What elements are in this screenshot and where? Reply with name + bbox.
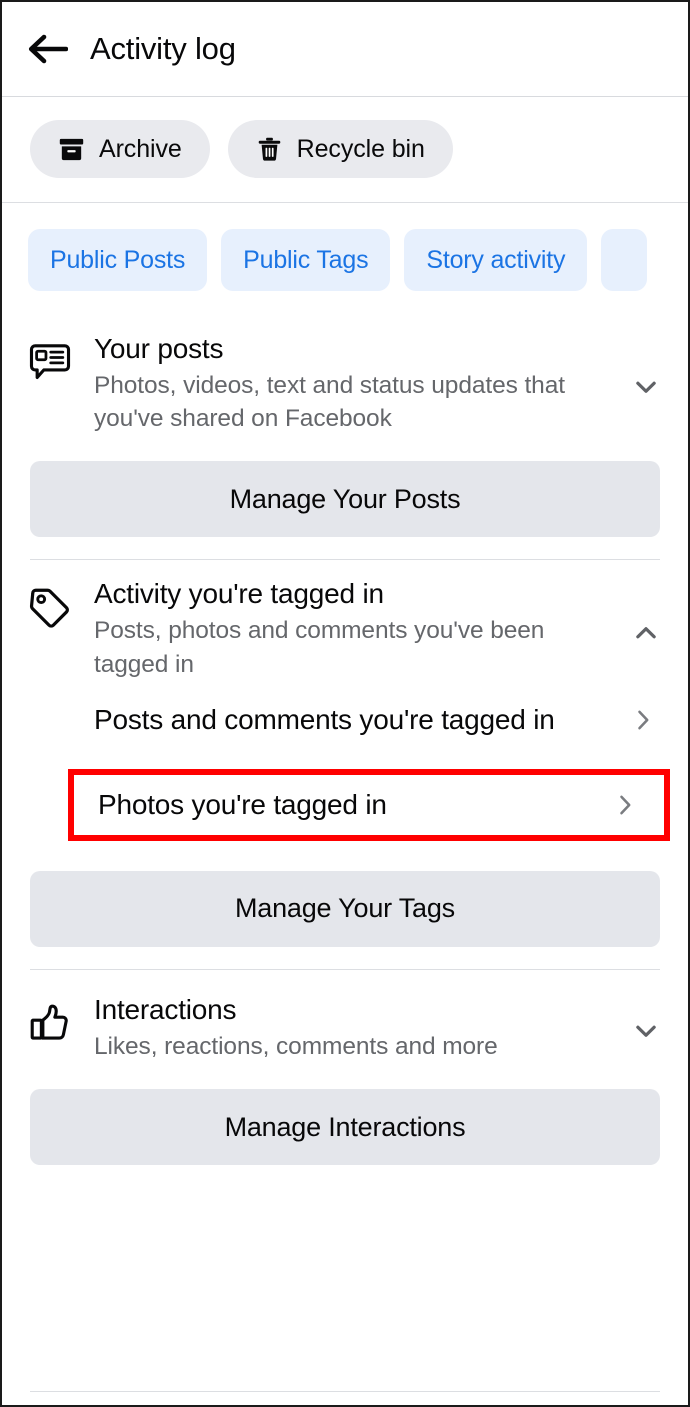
section-your-posts-header[interactable]: Your posts Photos, videos, text and stat… xyxy=(2,315,688,439)
manage-your-posts-button[interactable]: Manage Your Posts xyxy=(30,461,660,538)
filter-chip-story-activity[interactable]: Story activity xyxy=(404,229,588,291)
sub-row-label: Photos you're tagged in xyxy=(98,788,387,820)
chevron-right-icon xyxy=(626,706,660,734)
chevron-right-icon xyxy=(608,791,642,819)
thumbs-up-icon xyxy=(24,992,76,1046)
recycle-bin-button[interactable]: Recycle bin xyxy=(227,120,453,178)
filter-chip-public-posts[interactable]: Public Posts xyxy=(28,229,208,291)
back-button[interactable] xyxy=(24,26,70,72)
post-bubble-icon xyxy=(24,331,76,385)
section-title: Interactions xyxy=(94,993,237,1025)
manage-your-tags-button[interactable]: Manage Your Tags xyxy=(30,870,660,947)
section-subtitle: Posts, photos and comments you've been t… xyxy=(94,617,545,678)
toolbar: Archive Recycle bin xyxy=(2,97,688,203)
page-title: Activity log xyxy=(90,31,236,66)
filter-chip-public-tags[interactable]: Public Tags xyxy=(221,229,391,291)
sub-row-posts-and-comments-tagged-in[interactable]: Posts and comments you're tagged in xyxy=(2,685,688,755)
section-subtitle: Photos, videos, text and status updates … xyxy=(94,371,565,433)
filter-chip-overflow[interactable] xyxy=(601,229,648,291)
section-activity-tagged-in-text: Activity you're tagged in Posts, photos … xyxy=(76,576,626,680)
manage-your-tags-wrap: Manage Your Tags xyxy=(2,849,688,969)
manage-interactions-wrap: Manage Interactions xyxy=(2,1067,688,1187)
tag-icon xyxy=(24,576,76,630)
chevron-down-icon[interactable] xyxy=(626,1008,666,1046)
section-activity-tagged-in: Activity you're tagged in Posts, photos … xyxy=(2,560,688,968)
sub-row-photos-tagged-in[interactable]: Photos you're tagged in xyxy=(74,775,664,835)
recycle-bin-button-label: Recycle bin xyxy=(296,134,425,163)
app-header: Activity log xyxy=(2,2,688,97)
section-subtitle: Likes, reactions, comments and more xyxy=(94,1032,498,1060)
archive-button-label: Archive xyxy=(99,134,182,163)
manage-interactions-button[interactable]: Manage Interactions xyxy=(30,1089,660,1166)
archive-button[interactable]: Archive xyxy=(30,120,210,178)
section-title: Your posts xyxy=(94,333,224,364)
chevron-down-icon[interactable] xyxy=(626,364,666,402)
section-interactions-text: Interactions Likes, reactions, comments … xyxy=(76,992,626,1063)
filter-chip-row[interactable]: Public Posts Public Tags Story activity xyxy=(2,203,688,315)
section-activity-tagged-in-header[interactable]: Activity you're tagged in Posts, photos … xyxy=(2,560,688,684)
section-divider-3 xyxy=(30,1391,660,1392)
section-interactions-header[interactable]: Interactions Likes, reactions, comments … xyxy=(2,970,688,1067)
section-title: Activity you're tagged in xyxy=(94,578,384,610)
arrow-left-icon xyxy=(26,32,68,66)
section-your-posts-text: Your posts Photos, videos, text and stat… xyxy=(76,331,626,435)
section-your-posts: Your posts Photos, videos, text and stat… xyxy=(2,315,688,559)
trash-icon xyxy=(256,136,283,163)
section-interactions: Interactions Likes, reactions, comments … xyxy=(2,970,688,1187)
activity-log-screen: Activity log Archive Recycle bin Public … xyxy=(0,0,690,1407)
archive-box-icon xyxy=(58,136,85,163)
highlight-annotation-box: Photos you're tagged in xyxy=(68,768,670,841)
sub-row-label: Posts and comments you're tagged in xyxy=(94,703,555,735)
manage-your-posts-wrap: Manage Your Posts xyxy=(2,439,688,559)
chevron-up-icon[interactable] xyxy=(626,610,666,648)
